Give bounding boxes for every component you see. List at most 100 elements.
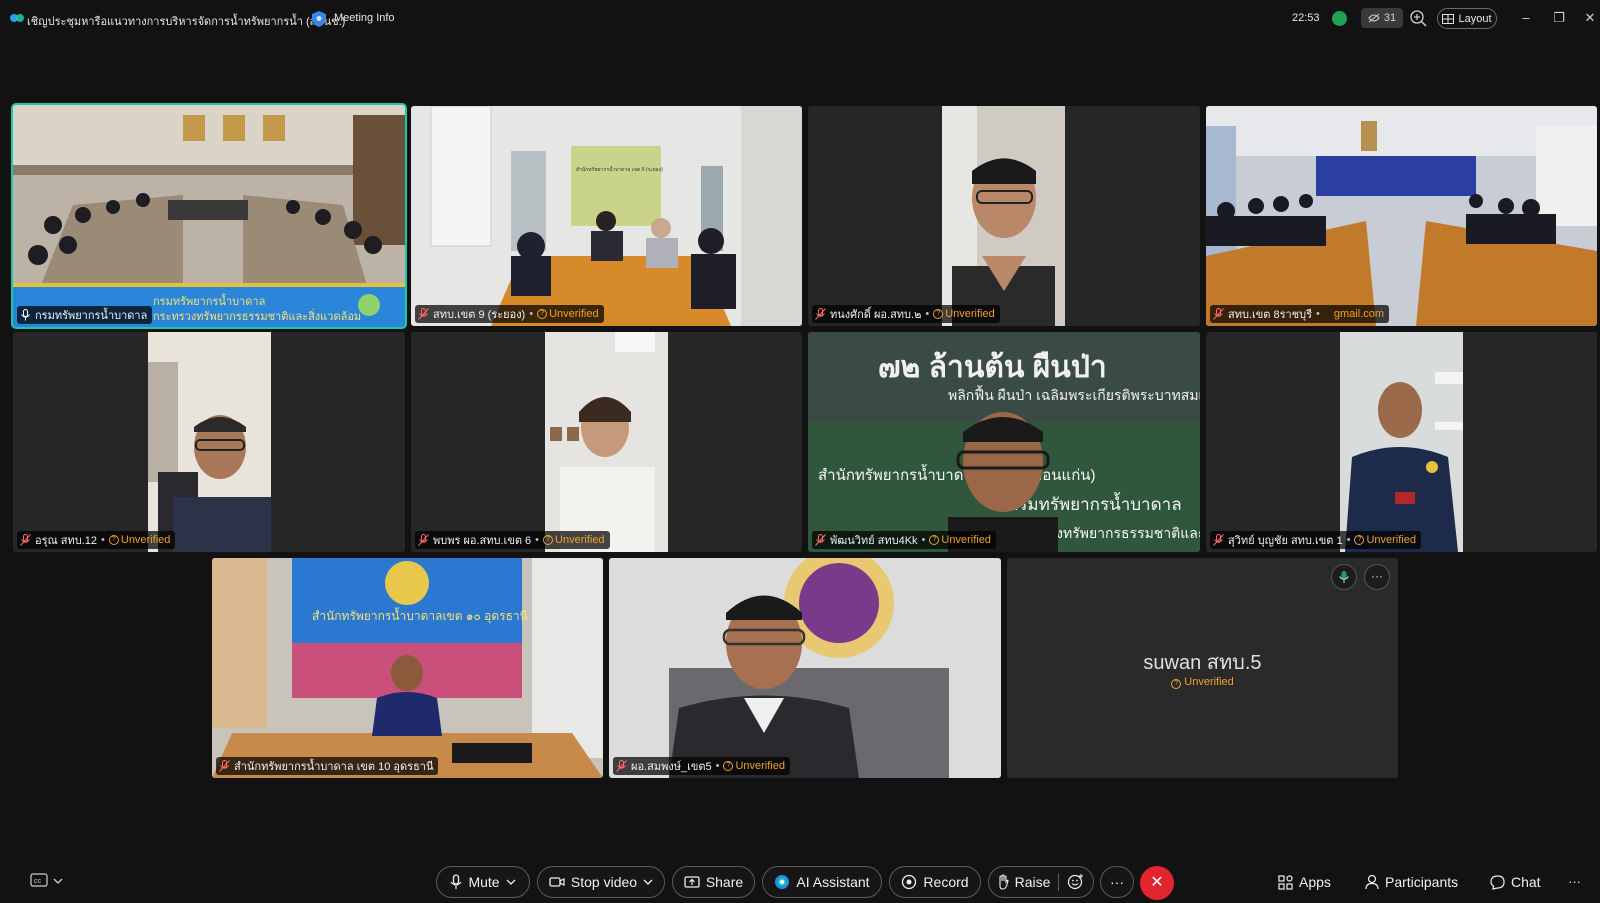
unverified-status: ? Unverified	[537, 308, 599, 320]
status-text: Unverified	[1366, 534, 1416, 546]
video-tile[interactable]: พบพร ผอ.สทบ.เขต 6 • ? Unverified	[411, 332, 802, 552]
video-tile[interactable]: ทนงศักดิ์ ผอ.สทบ.๒ • ? Unverified	[808, 106, 1200, 326]
closed-captions-icon[interactable]: cc	[30, 872, 66, 890]
more-options-button[interactable]: ···	[1100, 866, 1134, 898]
chevron-down-icon[interactable]	[643, 878, 653, 886]
video-tile-no-video[interactable]: ··· suwan สทบ.5 ? Unverified	[1007, 558, 1398, 778]
mic-muted-icon	[815, 308, 826, 320]
unverified-status: ? Unverified	[933, 308, 995, 320]
meeting-info-button[interactable]: Meeting Info	[334, 12, 395, 24]
video-camera-icon	[549, 877, 565, 887]
warning-icon: ?	[543, 535, 554, 545]
record-button[interactable]: Record	[889, 866, 981, 898]
layout-button[interactable]: Layout	[1437, 8, 1497, 29]
raise-hand-button[interactable]: Raise	[988, 866, 1094, 898]
minimize-icon[interactable]: –	[1518, 10, 1534, 26]
video-tile[interactable]: สำนักทรัพยากรน้ำบาดาลเขต ๑๐ อุดรธานี สำน…	[212, 558, 603, 778]
ai-assistant-label: AI Assistant	[796, 874, 870, 890]
ai-assistant-button[interactable]: AI Assistant	[762, 866, 882, 898]
stop-video-button[interactable]: Stop video	[537, 866, 665, 898]
apps-label: Apps	[1299, 874, 1331, 890]
chat-icon	[1490, 874, 1505, 890]
video-tile[interactable]: อรุณ สทบ.12 • ? Unverified	[13, 332, 405, 552]
participant-name: กรมทรัพยากรน้ำบาดาล	[35, 310, 148, 322]
video-feed	[148, 332, 271, 552]
video-tile[interactable]: สำนักทรัพยากรน้ำบาดาล เขต 9 (ระยอง) สทบ.…	[411, 106, 802, 326]
mic-muted-icon	[418, 308, 429, 320]
video-tile[interactable]: ๗๒ ล้านต้น ผืนป่า พลิกฟื้น ผืนป่า เฉลิมพ…	[808, 332, 1200, 552]
title-bar: เชิญประชุมหารือแนวทางการบริหารจัดการน้ำท…	[0, 0, 1600, 38]
banner-line-1: กรมทรัพยากรน้ำบาดาล	[153, 293, 265, 308]
unverified-status: ? Unverified	[723, 760, 785, 772]
chevron-down-icon[interactable]	[506, 878, 516, 886]
mic-muted-icon	[1213, 308, 1224, 320]
video-tile[interactable]: กรมทรัพยากรน้ำบาดาล กระทรวงทรัพยากรธรรมช…	[11, 103, 407, 329]
video-tile[interactable]: สทบ.เขต 8ราชบุรี • gmail.com	[1206, 106, 1597, 326]
participant-name: suwan สทบ.5	[1143, 652, 1262, 674]
restore-icon[interactable]: ❐	[1551, 10, 1567, 26]
raise-hand-icon	[999, 874, 1009, 890]
microphone-button[interactable]	[1331, 564, 1357, 590]
stop-video-label: Stop video	[570, 874, 638, 890]
status-text: Unverified	[120, 534, 171, 546]
mic-muted-icon	[616, 760, 627, 772]
apps-button[interactable]: Apps	[1278, 874, 1331, 890]
participant-name: ทนงศักดิ์ ผอ.สทบ.๒	[830, 309, 922, 321]
background-line-3: สำนักทรัพยากรน้ำบาดาล เขต 4 (ขอนแก่น)	[818, 464, 1096, 484]
banner-line-2: กระทรวงทรัพยากรธรรมชาติและสิ่งแวดล้อม	[153, 308, 361, 323]
warning-icon: ?	[537, 309, 548, 319]
participant-label: ทนงศักดิ์ ผอ.สทบ.๒ • ? Unverified	[812, 305, 1000, 323]
warning-icon: ?	[1171, 679, 1182, 689]
chat-label: Chat	[1511, 874, 1541, 890]
participants-button[interactable]: Participants	[1365, 874, 1458, 890]
video-feed	[545, 332, 668, 552]
participant-label: สำนักทรัพยากรน้ำบาดาล เขต 10 อุดรธานี	[216, 757, 439, 775]
zoom-in-icon[interactable]	[1410, 10, 1427, 27]
network-health-icon[interactable]	[1332, 11, 1347, 26]
hidden-count: 31	[1383, 12, 1397, 24]
status-text: Unverified	[555, 534, 605, 546]
participant-label: พบพร ผอ.สทบ.เขต 6 • ? Unverified	[415, 531, 610, 549]
share-screen-icon	[684, 876, 700, 888]
close-icon[interactable]: ✕	[1582, 10, 1598, 26]
video-tile[interactable]: สุวิทย์ บุญชัย สทบ.เขต 1 • ? Unverified	[1206, 332, 1597, 552]
warning-icon: ?	[929, 535, 940, 545]
background-line-2: พลิกฟื้น ผืนป่า เฉลิมพระเกียรติพระบาทสมเ…	[948, 385, 1200, 404]
video-feed: สำนักทรัพยากรน้ำบาดาลเขต ๑๐ อุดรธานี	[212, 558, 603, 778]
mute-button[interactable]: Mute	[436, 866, 530, 898]
backdrop-text: สำนักทรัพยากรน้ำบาดาลเขต ๑๐ อุดรธานี	[312, 607, 528, 624]
chat-button[interactable]: Chat	[1490, 874, 1541, 890]
more-menu-icon[interactable]: ···	[1568, 874, 1581, 889]
share-label: Share	[705, 874, 744, 890]
video-feed	[609, 558, 1001, 778]
participant-label: กรมทรัพยากรน้ำบาดาล	[17, 306, 153, 324]
hidden-participants-badge[interactable]: 31	[1361, 8, 1403, 28]
participant-name: พัฒนวิทย์ สทบ4Kk	[830, 535, 918, 547]
svg-text:cc: cc	[34, 878, 42, 885]
separator-dot: •	[535, 534, 540, 546]
video-feed: สำนักทรัพยากรน้ำบาดาล เขต 9 (ระยอง)	[411, 106, 802, 326]
microphone-icon	[21, 309, 30, 321]
more-label: ···	[1110, 874, 1124, 890]
apps-icon	[1278, 874, 1293, 890]
separator-dot: •	[1316, 308, 1320, 320]
participant-name: สุวิทย์ บุญชัย สทบ.เขต 1	[1228, 535, 1343, 547]
participant-email: gmail.com	[1333, 308, 1385, 320]
separator-dot: •	[101, 534, 105, 546]
video-tile[interactable]: ผอ.สมพงษ์_เขต5 • ? Unverified	[609, 558, 1001, 778]
webex-logo-icon	[10, 14, 24, 22]
share-button[interactable]: Share	[672, 866, 755, 898]
mute-label: Mute	[468, 874, 500, 890]
warning-icon: ?	[723, 761, 734, 771]
mic-muted-icon	[1213, 534, 1224, 546]
participant-label: อรุณ สทบ.12 • ? Unverified	[17, 531, 176, 549]
end-call-button[interactable]: ✕	[1140, 866, 1174, 900]
participant-name: สทบ.เขต 8ราชบุรี	[1228, 309, 1313, 321]
shield-icon[interactable]	[312, 11, 326, 27]
separator-dot: •	[921, 534, 926, 546]
clock: 22:53	[1292, 12, 1320, 24]
divider	[1058, 873, 1060, 891]
more-options-button[interactable]: ···	[1364, 564, 1390, 590]
mic-muted-icon	[219, 760, 230, 772]
reactions-icon[interactable]	[1067, 873, 1085, 891]
